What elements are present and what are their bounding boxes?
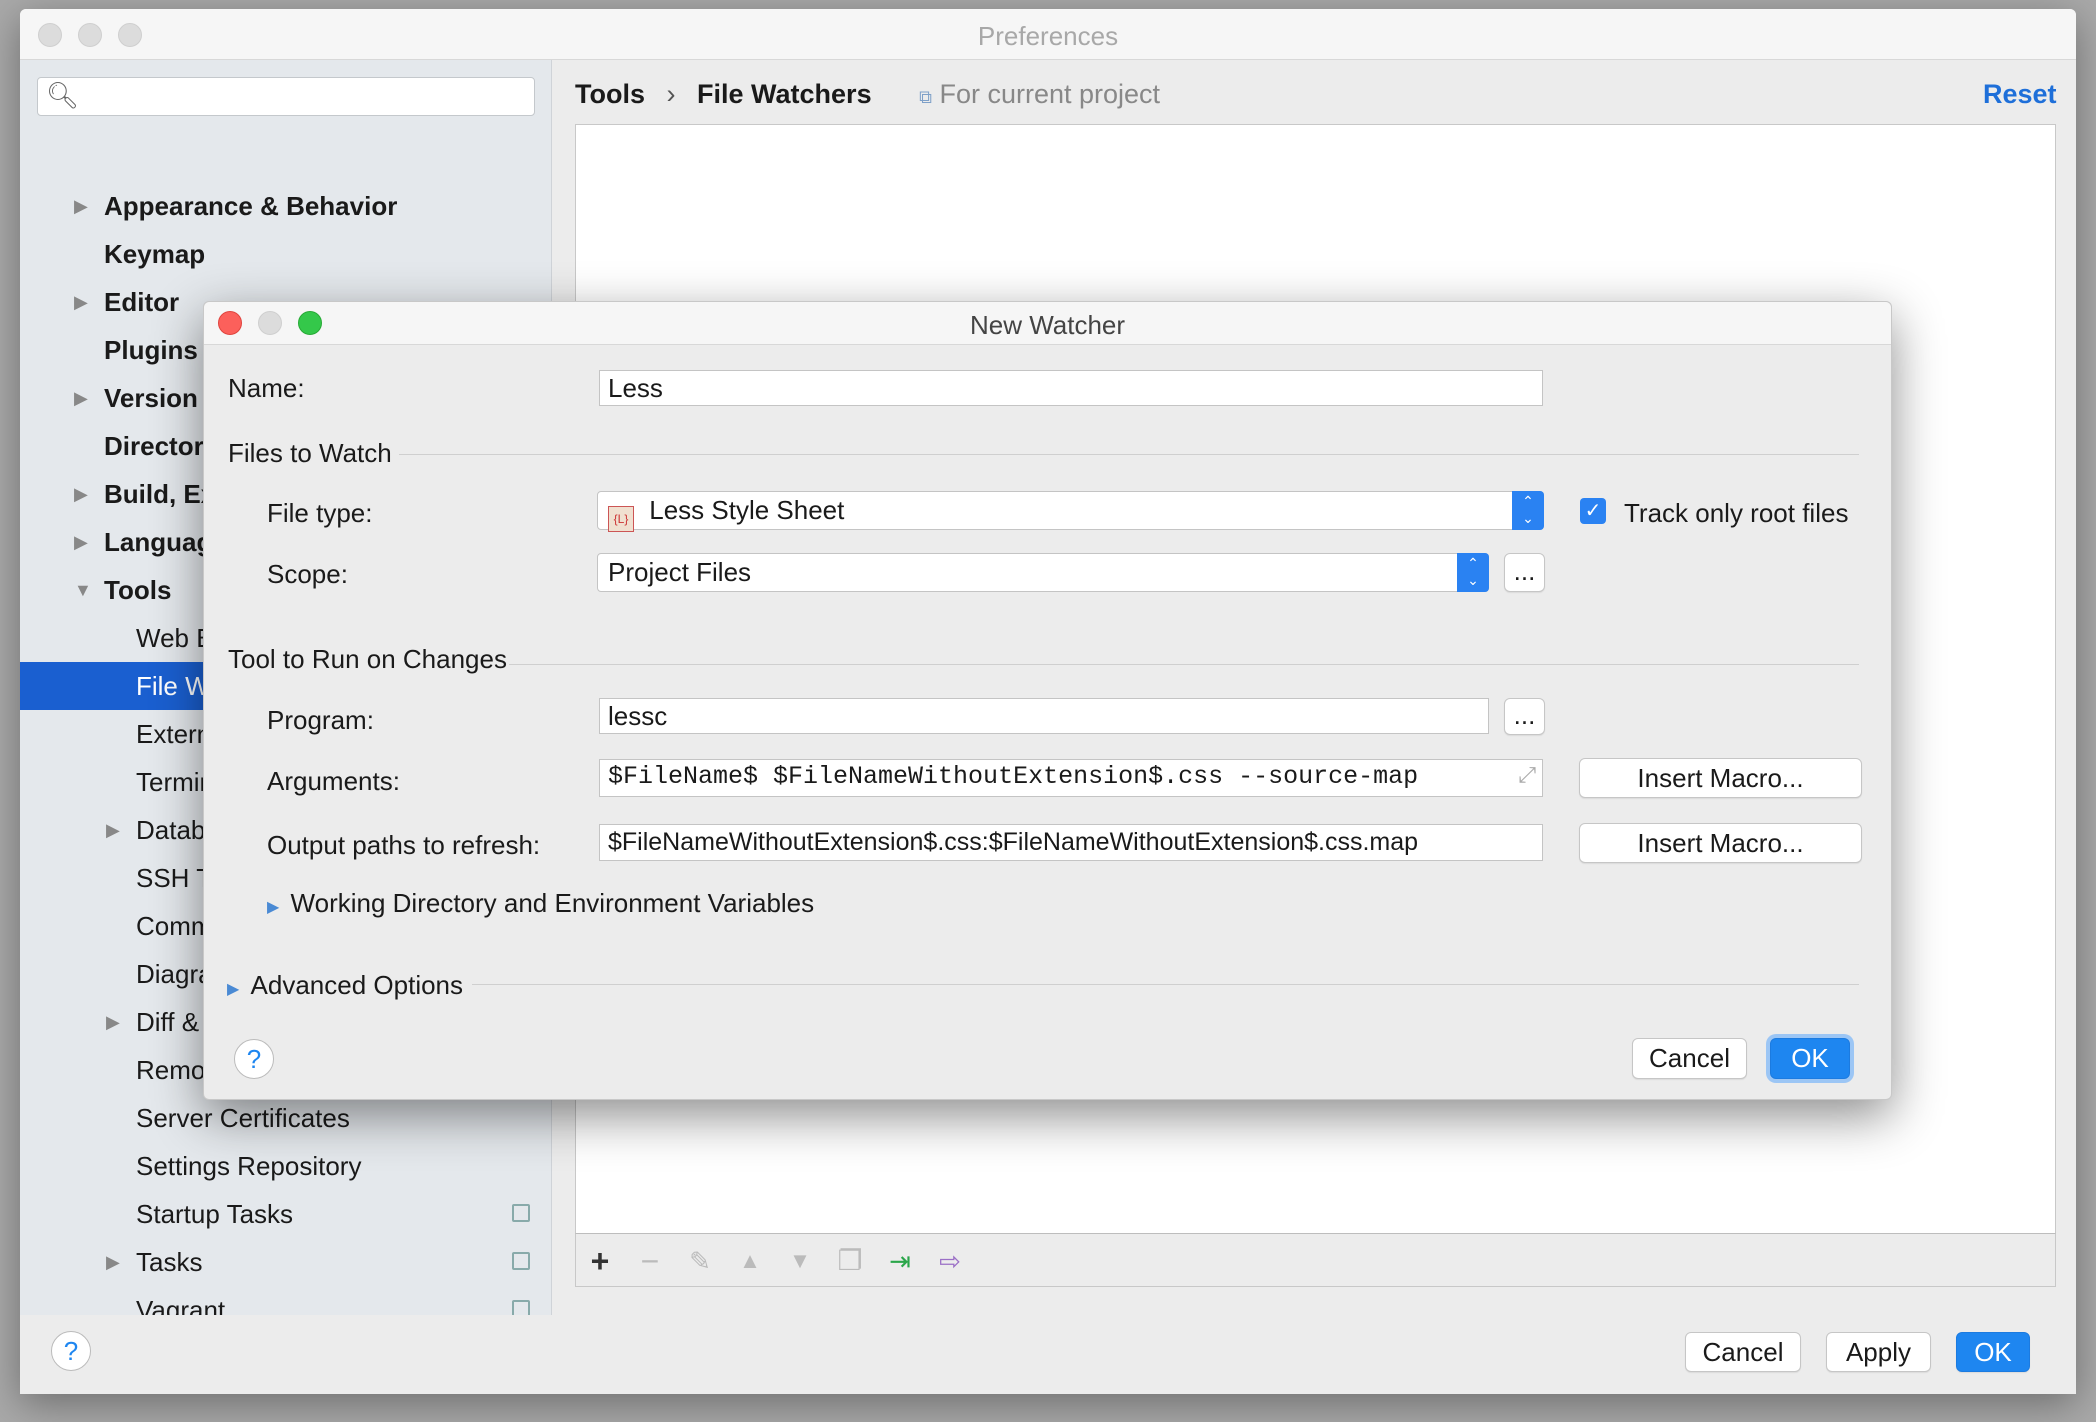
project-icon (512, 1204, 530, 1222)
apply-button[interactable]: Apply (1826, 1332, 1931, 1372)
file-type-label: File type: (267, 498, 373, 528)
project-icon (512, 1252, 530, 1270)
tree-item-label: Startup Tasks (136, 1199, 294, 1229)
scope-browse-button[interactable]: ... (1504, 553, 1545, 592)
output-paths-input[interactable]: $FileNameWithoutExtension$.css:$FileName… (599, 824, 1543, 861)
tree-item-label: Server Certificates (136, 1103, 350, 1133)
dialog-title-bar: New Watcher (204, 302, 1891, 345)
ok-button[interactable]: OK (1770, 1038, 1850, 1079)
dialog-title: New Watcher (969, 310, 1126, 340)
expand-arrow-icon: ▶ (227, 981, 240, 998)
arguments-value: $FileName$ $FileNameWithoutExtension$.cs… (608, 762, 1419, 791)
track-root-checkbox[interactable]: ✓ (1580, 498, 1606, 524)
project-icon (512, 1300, 530, 1315)
help-button[interactable]: ? (234, 1039, 274, 1079)
remove-icon[interactable]: − (630, 1242, 670, 1280)
output-paths-label: Output paths to refresh: (267, 830, 541, 860)
expand-arrow-icon[interactable]: ▶ (74, 374, 88, 422)
expand-arrow-icon[interactable]: ▶ (74, 182, 88, 230)
less-file-icon: {L} (608, 506, 634, 532)
divider (399, 454, 1859, 455)
tool-to-run-heading: Tool to Run on Changes (228, 644, 507, 674)
name-label: Name: (228, 373, 305, 403)
export-icon[interactable]: ⇨ (930, 1242, 970, 1280)
arguments-label: Arguments: (267, 766, 400, 796)
breadcrumb-parent[interactable]: Tools (575, 79, 645, 109)
new-watcher-dialog: New Watcher Name: Less Files to Watch Fi… (203, 301, 1892, 1100)
program-input[interactable]: lessc (599, 698, 1489, 734)
expand-arrow-icon[interactable]: ▶ (74, 518, 88, 566)
file-type-select[interactable]: {L} Less Style Sheet ⌃ ⌄ (597, 491, 1544, 532)
list-toolbar: + − ✎ ▲ ▼ ❐ ⇥ ⇨ (575, 1233, 2056, 1287)
cancel-button[interactable]: Cancel (1685, 1332, 1801, 1372)
breadcrumb: Tools › File Watchers ⧉ For current proj… (575, 79, 1160, 110)
project-icon: ⧉ (919, 87, 932, 107)
expand-arrow-icon[interactable]: ▶ (106, 1238, 120, 1286)
reset-link[interactable]: Reset (1983, 79, 2057, 110)
expand-arrow-icon[interactable]: ▶ (74, 470, 88, 518)
files-to-watch-heading: Files to Watch (228, 438, 392, 468)
tree-item-label: Vagrant (136, 1295, 226, 1315)
collapse-arrow-icon[interactable]: ▼ (74, 566, 92, 614)
expand-arrow-icon[interactable]: ▶ (106, 998, 120, 1046)
expand-arrow-icon[interactable]: ▶ (74, 278, 88, 326)
tree-item[interactable]: Settings Repository (20, 1142, 551, 1190)
move-up-icon[interactable]: ▲ (730, 1242, 770, 1280)
program-browse-button[interactable]: ... (1504, 698, 1545, 735)
program-label: Program: (267, 705, 374, 735)
scope-select[interactable]: Project Files ⌃ ⌄ (597, 553, 1489, 592)
tree-item[interactable]: Startup Tasks (20, 1190, 551, 1238)
tree-item-label: Tools (104, 575, 172, 605)
chevron-updown-icon: ⌃ ⌄ (1512, 491, 1544, 530)
add-icon[interactable]: + (580, 1242, 620, 1280)
scope-label: Scope: (267, 559, 348, 589)
expand-arrow-icon: ▶ (267, 899, 280, 916)
advanced-options-toggle[interactable]: ▶ Advanced Options (227, 970, 463, 1001)
title-bar: Preferences (20, 9, 2076, 60)
tree-item[interactable]: Vagrant (20, 1286, 551, 1315)
copy-icon[interactable]: ❐ (830, 1242, 870, 1280)
tree-item[interactable]: ▶ Appearance & Behavior (20, 182, 551, 230)
insert-macro-output-button[interactable]: Insert Macro... (1579, 823, 1862, 863)
tree-item-label: Plugins (104, 335, 198, 365)
search-icon: 🔍︎ (46, 80, 80, 110)
help-button[interactable]: ? (51, 1331, 91, 1371)
divider (509, 664, 1859, 665)
cancel-button[interactable]: Cancel (1632, 1038, 1747, 1079)
move-down-icon[interactable]: ▼ (780, 1242, 820, 1280)
expand-icon[interactable]: ⤢ (1518, 760, 1536, 794)
tree-item-label: Settings Repository (136, 1151, 362, 1181)
search-input[interactable]: 🔍︎ (37, 77, 535, 116)
scope-value: Project Files (608, 557, 752, 587)
name-input[interactable]: Less (599, 370, 1543, 406)
arguments-input[interactable]: $FileName$ $FileNameWithoutExtension$.cs… (599, 759, 1543, 797)
tree-item-label: Tasks (136, 1247, 203, 1277)
edit-icon[interactable]: ✎ (680, 1242, 720, 1280)
tree-item[interactable]: Keymap (20, 230, 551, 278)
divider (472, 984, 1859, 985)
scope-label: For current project (939, 79, 1161, 109)
window-title: Preferences (977, 21, 1119, 51)
tree-item-label: Keymap (104, 239, 206, 269)
track-root-label: Track only root files (1624, 498, 1849, 528)
insert-macro-arguments-button[interactable]: Insert Macro... (1579, 758, 1862, 798)
breadcrumb-separator: › (666, 79, 676, 109)
chevron-updown-icon: ⌃ ⌄ (1457, 553, 1489, 592)
breadcrumb-current: File Watchers (697, 79, 872, 109)
expand-arrow-icon[interactable]: ▶ (106, 806, 120, 854)
tree-item-label: Editor (104, 287, 180, 317)
tree-item[interactable]: Server Certificates (20, 1094, 551, 1142)
tree-item-label: Appearance & Behavior (104, 191, 398, 221)
tree-item[interactable]: ▶ Tasks (20, 1238, 551, 1286)
working-directory-toggle[interactable]: ▶ Working Directory and Environment Vari… (267, 888, 814, 919)
file-type-value: Less Style Sheet (649, 495, 845, 525)
import-icon[interactable]: ⇥ (880, 1242, 920, 1280)
ok-button[interactable]: OK (1956, 1332, 2030, 1372)
